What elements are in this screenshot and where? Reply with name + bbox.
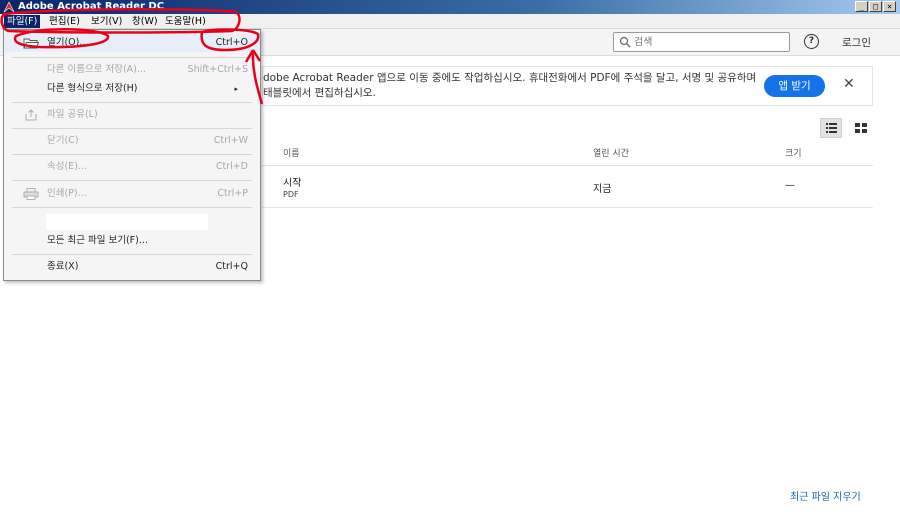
file-type: PDF xyxy=(283,190,299,199)
search-input[interactable] xyxy=(634,35,784,49)
column-name[interactable]: 이름 xyxy=(283,146,300,159)
window-title: Adobe Acrobat Reader DC xyxy=(18,1,165,12)
login-button[interactable]: 로그인 xyxy=(842,35,871,50)
menu-file[interactable]: 파일(F) xyxy=(4,15,41,28)
clear-recent-files-link[interactable]: 최근 파일 지우기 xyxy=(790,488,861,503)
menu-item-label: 인쇄(P)... xyxy=(47,188,87,199)
window-controls: _ □ × xyxy=(855,1,896,12)
menu-item-label: 다른 이름으로 저장(A)... xyxy=(47,64,146,75)
menu-divider xyxy=(12,254,252,255)
menu-window[interactable]: 창(W) xyxy=(129,15,161,28)
close-window-button[interactable]: × xyxy=(883,1,896,12)
help-button[interactable]: ? xyxy=(804,34,819,49)
minimize-button[interactable]: _ xyxy=(855,1,868,12)
menu-help[interactable]: 도움말(H) xyxy=(162,15,209,28)
menu-item-save-as[interactable]: 다른 이름으로 저장(A)... Shift+Ctrl+S xyxy=(4,61,260,79)
menu-item-open[interactable]: 열기(O)... Ctrl+O xyxy=(4,34,260,52)
menu-divider xyxy=(12,102,252,103)
menu-item-exit[interactable]: 종료(X) Ctrl+Q xyxy=(4,258,260,276)
menu-view[interactable]: 보기(V) xyxy=(88,15,125,28)
list-view-button[interactable] xyxy=(820,118,842,138)
menu-divider xyxy=(12,128,252,129)
column-opened[interactable]: 열린 시간 xyxy=(593,146,629,159)
menu-item-shortcut: Ctrl+P xyxy=(217,188,248,199)
banner-text: dobe Acrobat Reader 앱으로 이동 중에도 작업하십시오. 휴… xyxy=(263,72,757,99)
menu-item-label: 파일 공유(L) xyxy=(47,109,98,120)
grid-view-icon xyxy=(855,123,867,133)
menu-edit[interactable]: 편집(E) xyxy=(46,15,83,28)
file-size: — xyxy=(785,180,795,191)
recent-files-header: 이름 열린 시간 크기 xyxy=(262,138,873,166)
menu-item-shortcut: Ctrl+O xyxy=(215,37,248,48)
file-opened-time: 지금 xyxy=(593,184,612,195)
menu-item-save-as-other[interactable]: 다른 형식으로 저장(H) ▸ xyxy=(4,80,260,98)
menu-item-shortcut: Ctrl+D xyxy=(215,161,248,172)
grid-view-button[interactable] xyxy=(851,118,871,138)
file-menu-dropdown: 열기(O)... Ctrl+O 다른 이름으로 저장(A)... Shift+C… xyxy=(3,29,261,281)
menu-item-label: 닫기(C) xyxy=(47,135,79,146)
menu-divider xyxy=(12,207,252,208)
menu-item-shortcut: Ctrl+W xyxy=(213,135,248,146)
get-app-button[interactable]: 앱 받기 xyxy=(764,75,825,97)
menu-item-label: 속성(E)... xyxy=(47,161,87,172)
menu-item-label: 열기(O)... xyxy=(47,37,89,48)
printer-icon xyxy=(23,188,39,200)
menu-item-shortcut: Ctrl+Q xyxy=(215,261,248,272)
recent-file-placeholder xyxy=(46,214,208,230)
search-box[interactable] xyxy=(613,32,790,52)
menu-item-label: 다른 형식으로 저장(H) xyxy=(47,83,138,94)
list-view-icon xyxy=(826,123,837,133)
menu-divider xyxy=(12,180,252,181)
menu-bar: 파일(F) 편집(E) 보기(V) 창(W) 도움말(H) xyxy=(0,14,900,29)
acrobat-logo-icon xyxy=(3,1,15,13)
menu-item-label: 모든 최근 파일 보기(F)... xyxy=(47,235,148,246)
folder-open-icon xyxy=(23,38,39,49)
banner-close-icon[interactable]: ✕ xyxy=(843,76,855,92)
column-size[interactable]: 크기 xyxy=(785,146,802,159)
file-name: 시작 xyxy=(283,178,302,189)
menu-item-print[interactable]: 인쇄(P)... Ctrl+P xyxy=(4,185,260,203)
menu-divider xyxy=(12,57,252,58)
menu-item-view-recent[interactable]: 모든 최근 파일 보기(F)... xyxy=(4,232,260,250)
menu-item-label: 종료(X) xyxy=(47,261,79,272)
mobile-app-banner: dobe Acrobat Reader 앱으로 이동 중에도 작업하십시오. 휴… xyxy=(262,66,873,106)
submenu-arrow-icon: ▸ xyxy=(234,85,238,93)
menu-divider xyxy=(12,154,252,155)
search-icon xyxy=(619,36,631,48)
title-bar: Adobe Acrobat Reader DC _ □ × xyxy=(0,0,900,14)
maximize-button[interactable]: □ xyxy=(869,1,882,12)
table-row[interactable]: 시작 PDF 지금 — xyxy=(262,166,873,208)
menu-item-share[interactable]: 파일 공유(L) xyxy=(4,106,260,124)
menu-item-close[interactable]: 닫기(C) Ctrl+W xyxy=(4,132,260,150)
menu-item-shortcut: Shift+Ctrl+S xyxy=(187,64,248,75)
menu-item-properties[interactable]: 속성(E)... Ctrl+D xyxy=(4,158,260,176)
share-icon xyxy=(25,109,37,121)
